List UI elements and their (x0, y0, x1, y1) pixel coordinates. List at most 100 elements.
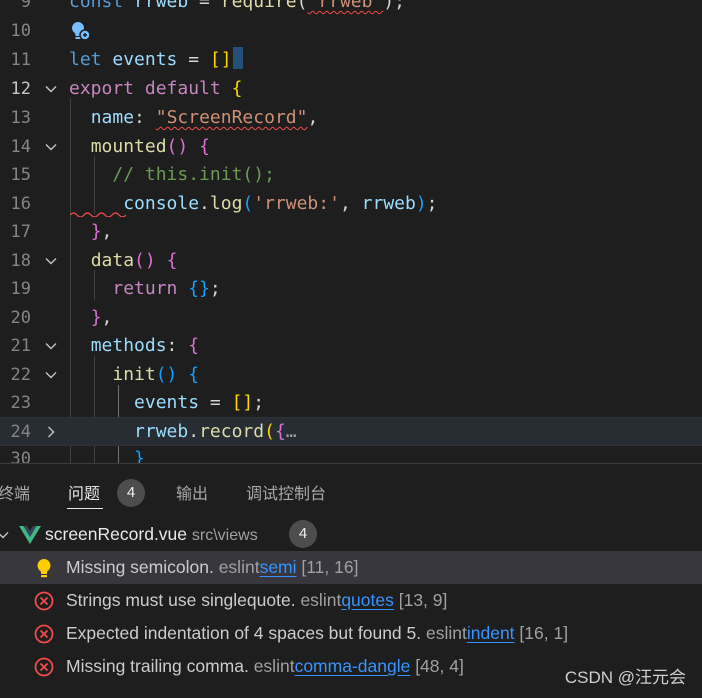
code-token: name (90, 107, 135, 128)
tab-output[interactable]: 输出 (176, 480, 208, 504)
lightbulb-warning-icon (37, 559, 51, 578)
code-line[interactable]: 13 name: "ScreenRecord", (0, 104, 702, 133)
code-line[interactable]: 9 const rrweb = require('rrweb'); (0, 0, 702, 17)
code-token: mounted (90, 136, 167, 157)
line-number: 10 (10, 21, 31, 41)
error-squiggle (70, 212, 126, 217)
code-token: init (112, 364, 156, 385)
problem-message: Strings must use singlequote. (66, 590, 296, 610)
code-token: events (134, 392, 200, 413)
code-token: { (188, 364, 200, 385)
code-token: [] (209, 49, 232, 70)
code-token: ; (253, 392, 265, 413)
line-number: 22 (10, 365, 31, 385)
code-line[interactable]: 30 } (0, 445, 702, 463)
code-line[interactable]: 22 init() { (0, 361, 702, 390)
code-token: () (166, 136, 189, 157)
code-line[interactable]: 12 export default { (0, 75, 702, 104)
code-line[interactable]: 11 let events = [] (0, 46, 702, 75)
code-token: return (112, 278, 189, 299)
chevron-down-icon[interactable] (40, 332, 62, 361)
code-token: 'rrweb' (307, 0, 384, 12)
code-line[interactable]: 10 (0, 17, 702, 46)
code-token: ( (264, 421, 275, 442)
code-line[interactable]: 14 mounted() { (0, 133, 702, 162)
code-line[interactable]: 23 events = []; (0, 389, 702, 418)
code-line[interactable]: 15 // this.init(); (0, 161, 702, 190)
problems-panel: 终端 问题 4 输出 调试控制台 screenRecord.vue src\vi… (0, 463, 702, 698)
line-number: 17 (10, 222, 31, 242)
lightbulb-icon[interactable] (70, 20, 92, 42)
code-token: ( (242, 193, 254, 214)
code-line[interactable]: 19 return {}; (0, 275, 702, 304)
chevron-down-icon[interactable] (0, 529, 9, 541)
line-number: 15 (10, 165, 31, 185)
problem-position: [48, 4] (415, 656, 464, 676)
rule-link[interactable]: comma-dangle (295, 656, 411, 676)
code-token: , (101, 307, 113, 328)
problem-position: [13, 9] (398, 590, 448, 610)
line-number: 19 (10, 279, 31, 299)
code-token: require (220, 0, 297, 12)
code-token: { (199, 136, 210, 157)
line-number: 12 (10, 79, 31, 99)
problem-item[interactable]: Strings must use singlequote. eslintquot… (0, 584, 702, 617)
line-number: 24 (10, 422, 31, 442)
code-token: () (155, 364, 178, 385)
code-line[interactable]: 18 data() { (0, 247, 702, 276)
code-token: . (188, 421, 200, 442)
rule-link[interactable]: semi (260, 557, 297, 577)
tab-terminal[interactable]: 终端 (0, 480, 30, 504)
line-number: 21 (10, 336, 31, 356)
code-token: ( (296, 0, 308, 12)
code-line[interactable]: 20 }, (0, 304, 702, 333)
code-token: = (188, 0, 221, 12)
code-token: export (69, 78, 145, 99)
problem-item[interactable]: Missing semicolon. eslintsemi [11, 16] (0, 551, 702, 584)
code-token: { (166, 250, 178, 271)
rule-link[interactable]: indent (467, 623, 515, 643)
problem-source: eslint (300, 590, 342, 610)
rule-link[interactable]: quotes (341, 590, 394, 610)
code-line[interactable]: 21 methods: { (0, 332, 702, 361)
problems-file-row[interactable]: screenRecord.vue src\views 4 (0, 518, 702, 551)
code-text: // this.init(); (69, 161, 275, 190)
code-token: data (90, 250, 135, 271)
code-text: }, (69, 304, 113, 333)
code-text: }, (69, 218, 113, 247)
chevron-right-icon[interactable] (40, 418, 62, 447)
error-icon (34, 657, 54, 677)
code-editor[interactable]: 9 const rrweb = require('rrweb'); 10 11 … (0, 0, 702, 463)
tab-problems[interactable]: 问题 (68, 480, 100, 504)
code-token: { (188, 335, 200, 356)
line-number: 13 (10, 108, 31, 128)
file-name: screenRecord.vue (45, 524, 188, 544)
chevron-down-icon[interactable] (40, 133, 62, 162)
file-problem-count-badge: 4 (289, 520, 317, 548)
code-token: ; (209, 278, 221, 299)
problem-item[interactable]: Expected indentation of 4 spaces but fou… (0, 617, 702, 650)
code-line-current[interactable]: 24 rrweb.record({… (0, 417, 702, 446)
code-token: rrweb (134, 421, 189, 442)
code-token: "ScreenRecord" (155, 107, 308, 128)
code-token: } (90, 307, 102, 328)
line-number: 11 (10, 50, 31, 70)
tab-debug-console[interactable]: 调试控制台 (246, 480, 326, 504)
folded-ellipsis[interactable]: … (286, 421, 297, 442)
code-token: default (144, 78, 232, 99)
code-token: console (123, 193, 200, 214)
chevron-down-icon[interactable] (40, 247, 62, 276)
code-line[interactable]: 17 }, (0, 218, 702, 247)
chevron-down-icon[interactable] (40, 75, 62, 104)
chevron-down-icon[interactable] (40, 361, 62, 390)
code-token: record (199, 421, 265, 442)
code-token: events (112, 49, 178, 70)
problem-message: Missing semicolon. (66, 557, 214, 577)
